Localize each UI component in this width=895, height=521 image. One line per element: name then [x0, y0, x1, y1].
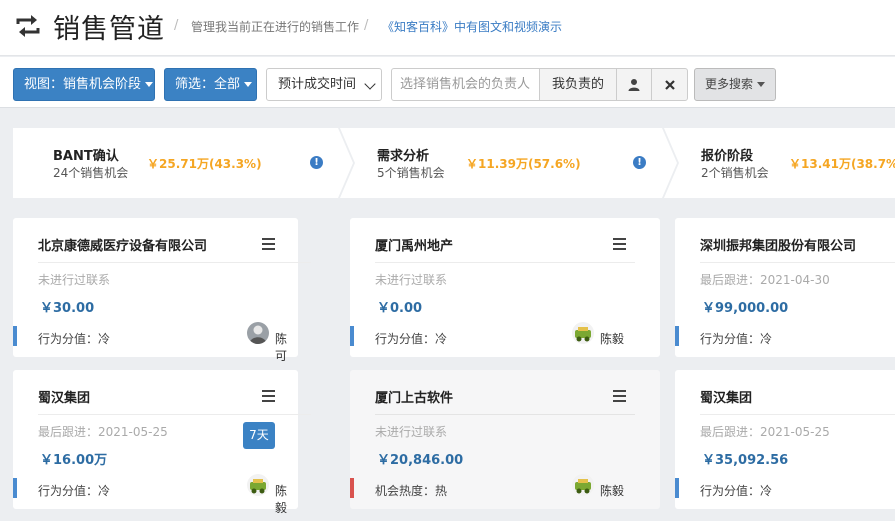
filter-dropdown-label: 筛选：全部	[175, 77, 241, 92]
stage-count: 2个销售机会	[701, 166, 769, 180]
card-divider	[700, 262, 895, 263]
user-filter-button[interactable]	[616, 68, 652, 101]
toolbar: 视图：销售机会阶段 筛选：全部 预计成交时间 选择销售机会的负责人 我负责的 更…	[0, 57, 895, 108]
chevron-down-icon	[364, 78, 376, 90]
follow-up-status: 最后跟进：2021-04-30	[700, 273, 830, 287]
opportunity-card[interactable]: 蜀汉集团 最后跟进：2021-05-25 7天 ￥16.00万 行为分值：冷 陈…	[13, 370, 311, 515]
card-divider	[375, 262, 635, 263]
company-name[interactable]: 深圳振邦集团股份有限公司	[700, 235, 856, 254]
behavior-score: 行为分值：冷	[38, 484, 111, 498]
follow-up-status: 最后跟进：2021-05-25	[38, 425, 168, 439]
avatar	[247, 474, 269, 496]
avatar	[572, 474, 594, 496]
company-name[interactable]: 蜀汉集团	[700, 387, 752, 406]
opportunity-amount: ￥20,846.00	[377, 453, 464, 468]
follow-up-status: 未进行过联系	[375, 273, 448, 287]
stage-count: 24个销售机会	[53, 166, 129, 180]
follow-up-status: 未进行过联系	[38, 273, 111, 287]
close-icon	[664, 80, 675, 90]
opportunity-amount: ￥35,092.56	[702, 453, 789, 468]
page-title: 销售管道	[53, 14, 165, 45]
more-search-button[interactable]: 更多搜索	[694, 68, 776, 101]
date-select[interactable]: 预计成交时间	[266, 68, 382, 101]
view-dropdown-label: 视图：销售机会阶段	[24, 77, 142, 92]
user-icon	[628, 79, 640, 91]
date-select-value: 预计成交时间	[278, 77, 357, 92]
stage-name: 报价阶段	[701, 149, 754, 164]
score-accent-bar	[13, 478, 17, 498]
stage-bant[interactable]: BANT确认 24个销售机会 ￥25.71万(43.3%) !	[13, 128, 353, 198]
card-divider	[38, 262, 311, 263]
caret-down-icon	[757, 82, 765, 87]
opportunity-heat: 机会热度：热	[375, 484, 448, 498]
score-accent-bar	[13, 326, 17, 346]
view-dropdown-button[interactable]: 视图：销售机会阶段	[13, 68, 155, 101]
opportunity-amount: ￥99,000.00	[702, 301, 789, 316]
owner-name: 陈毅	[275, 484, 288, 515]
owner-name: 陈毅	[600, 332, 625, 346]
owner-name: 陈可	[275, 332, 288, 363]
behavior-score: 行为分值：冷	[375, 332, 448, 346]
caret-down-icon	[145, 82, 154, 87]
more-search-label: 更多搜索	[704, 77, 753, 91]
stage-name: BANT确认	[53, 149, 119, 164]
stage-quotation[interactable]: 报价阶段 2个销售机会 ￥13.41万(38.7%)	[664, 128, 895, 198]
stage-requirements[interactable]: 需求分析 5个销售机会 ￥11.39万(57.6%) !	[340, 128, 677, 198]
score-accent-bar	[675, 478, 679, 498]
breadcrumb-separator: /	[364, 18, 369, 33]
company-name[interactable]: 厦门禹州地产	[375, 235, 453, 254]
card-divider	[38, 414, 311, 415]
behavior-score: 行为分值：冷	[38, 332, 111, 346]
hamburger-menu-icon[interactable]	[613, 390, 626, 402]
avatar	[572, 322, 594, 344]
opportunity-amount: ￥0.00	[377, 301, 423, 316]
info-icon[interactable]: !	[633, 156, 646, 169]
breadcrumb-separator: /	[174, 18, 179, 33]
page-header: 销售管道 / 管理我当前正在进行的销售工作 / 《知客百科》中有图文和视频演示	[0, 0, 895, 56]
heat-accent-bar	[350, 478, 354, 498]
avatar	[247, 322, 269, 344]
stage-amount: ￥25.71万(43.3%)	[147, 157, 262, 171]
opportunity-card[interactable]: 北京康德威医疗设备有限公司 未进行过联系 ￥30.00 行为分值：冷 陈可	[13, 218, 311, 363]
mine-button[interactable]: 我负责的	[539, 68, 617, 101]
card-divider	[700, 414, 895, 415]
score-accent-bar	[675, 326, 679, 346]
stage-count: 5个销售机会	[377, 166, 445, 180]
help-link[interactable]: 《知客百科》中有图文和视频演示	[382, 18, 562, 35]
opportunity-card[interactable]: 厦门上古软件 未进行过联系 ￥20,846.00 机会热度：热 陈毅	[350, 370, 660, 509]
caret-down-icon	[244, 82, 253, 87]
behavior-score: 行为分值：冷	[700, 484, 773, 498]
hamburger-menu-icon[interactable]	[262, 238, 275, 250]
opportunity-card[interactable]: 厦门禹州地产 未进行过联系 ￥0.00 行为分值：冷 陈毅	[350, 218, 660, 357]
score-accent-bar	[350, 326, 354, 346]
opportunity-card[interactable]: 蜀汉集团 最后跟进：2021-05-25 ￥35,092.56 行为分值：冷	[675, 370, 895, 509]
clear-filter-button[interactable]	[651, 68, 688, 101]
company-name[interactable]: 蜀汉集团	[38, 387, 90, 406]
opportunity-card[interactable]: 深圳振邦集团股份有限公司 最后跟进：2021-04-30 ￥99,000.00 …	[675, 218, 895, 357]
opportunity-amount: ￥16.00万	[40, 453, 108, 468]
stage-amount: ￥11.39万(57.6%)	[466, 157, 581, 171]
follow-up-status: 未进行过联系	[375, 425, 448, 439]
sync-arrows-icon	[16, 15, 40, 37]
stage-amount: ￥13.41万(38.7%)	[789, 157, 895, 171]
behavior-score: 行为分值：冷	[700, 332, 773, 346]
card-divider	[375, 414, 635, 415]
info-icon[interactable]: !	[310, 156, 323, 169]
owner-select-input[interactable]: 选择销售机会的负责人	[391, 68, 540, 101]
days-badge[interactable]: 7天	[243, 422, 275, 449]
hamburger-menu-icon[interactable]	[613, 238, 626, 250]
opportunity-amount: ￥30.00	[40, 301, 95, 316]
filter-dropdown-button[interactable]: 筛选：全部	[164, 68, 257, 101]
company-name[interactable]: 北京康德威医疗设备有限公司	[38, 235, 207, 254]
owner-name: 陈毅	[600, 484, 625, 498]
company-name[interactable]: 厦门上古软件	[375, 387, 453, 406]
page-description: 管理我当前正在进行的销售工作	[191, 20, 360, 34]
hamburger-menu-icon[interactable]	[262, 390, 275, 402]
follow-up-status: 最后跟进：2021-05-25	[700, 425, 830, 439]
stage-name: 需求分析	[377, 149, 430, 164]
